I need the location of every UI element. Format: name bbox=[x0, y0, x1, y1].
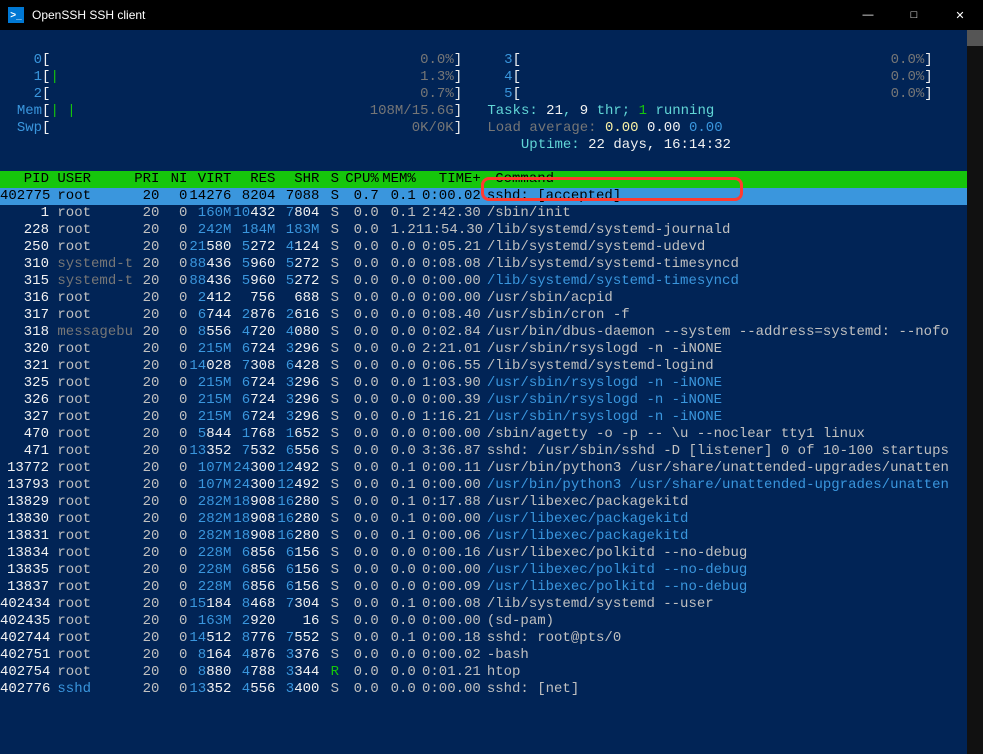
process-row[interactable]: 402744 root2001451287767552 S0.00.10:00.… bbox=[0, 630, 983, 647]
process-row[interactable]: 317 root200674428762616 S0.00.00:08.40/u… bbox=[0, 307, 983, 324]
swp-row: Swp[ 0K/0K] Load average: 0.00 0.00 0.00 bbox=[0, 120, 983, 137]
maximize-button[interactable]: □ bbox=[891, 0, 937, 30]
process-row[interactable]: 228 root200242M184M183M S0.01.211:54.30/… bbox=[0, 222, 983, 239]
process-row[interactable]: 318 messagebu200855647204080 S0.00.00:02… bbox=[0, 324, 983, 341]
process-row[interactable]: 320 root200215M67243296 S0.00.02:21.01/u… bbox=[0, 341, 983, 358]
minimize-button[interactable]: — bbox=[845, 0, 891, 30]
process-row[interactable]: 471 root2001335275326556 S0.00.03:36.87s… bbox=[0, 443, 983, 460]
process-row[interactable]: 402775 root2001427682047088 S0.70.10:00.… bbox=[0, 188, 983, 205]
process-row[interactable]: 315 systemd-t2008843659605272 S0.00.00:0… bbox=[0, 273, 983, 290]
process-row[interactable]: 310 systemd-t2008843659605272 S0.00.00:0… bbox=[0, 256, 983, 273]
process-row[interactable]: 402776 sshd2001335245563400 S0.00.00:00.… bbox=[0, 681, 983, 698]
process-row[interactable]: 325 root200215M67243296 S0.00.01:03.90/u… bbox=[0, 375, 983, 392]
process-row[interactable]: 13835 root200228M68566156 S0.00.00:00.00… bbox=[0, 562, 983, 579]
process-row[interactable]: 402434 root2001518484687304 S0.00.10:00.… bbox=[0, 596, 983, 613]
process-row[interactable]: 13772 root200107M2430012492 S0.00.10:00.… bbox=[0, 460, 983, 477]
cpu-meter-row: 0[ 0.0%] 3[ 0.0%] bbox=[0, 52, 983, 69]
process-row[interactable]: 250 root2002158052724124 S0.00.00:05.21/… bbox=[0, 239, 983, 256]
process-row[interactable]: 13829 root200282M1890816280 S0.00.10:17.… bbox=[0, 494, 983, 511]
process-row[interactable]: 321 root2001402873086428 S0.00.00:06.55/… bbox=[0, 358, 983, 375]
process-row[interactable]: 402754 root200888047883344 R0.00.00:01.2… bbox=[0, 664, 983, 681]
uptime-row: Uptime: 22 days, 16:14:32 bbox=[0, 137, 983, 154]
process-row[interactable]: 402751 root200816448763376 S0.00.00:00.0… bbox=[0, 647, 983, 664]
scrollbar[interactable] bbox=[967, 30, 983, 754]
process-row[interactable]: 13837 root200228M68566156 S0.00.00:00.09… bbox=[0, 579, 983, 596]
process-row[interactable]: 402435 root200163M292016 S0.00.00:00.00(… bbox=[0, 613, 983, 630]
close-button[interactable]: ✕ bbox=[937, 0, 983, 30]
process-row[interactable]: 1 root200160M104327804 S0.00.12:42.30/sb… bbox=[0, 205, 983, 222]
process-row[interactable]: 13834 root200228M68566156 S0.00.00:00.16… bbox=[0, 545, 983, 562]
process-row[interactable]: 13831 root200282M1890816280 S0.00.10:00.… bbox=[0, 528, 983, 545]
cpu-meter-row: 1[| 1.3%] 4[ 0.0%] bbox=[0, 69, 983, 86]
process-row[interactable]: 326 root200215M67243296 S0.00.00:00.39/u… bbox=[0, 392, 983, 409]
titlebar: >_ OpenSSH SSH client — □ ✕ bbox=[0, 0, 983, 30]
window-title: OpenSSH SSH client bbox=[30, 8, 845, 22]
scrollbar-thumb[interactable] bbox=[967, 30, 983, 46]
mem-row: Mem[| | 108M/15.6G] Tasks: 21, 9 thr; 1 … bbox=[0, 103, 983, 120]
process-row[interactable]: 316 root2002412756688 S0.00.00:00.00/usr… bbox=[0, 290, 983, 307]
process-row[interactable]: 327 root200215M67243296 S0.00.01:16.21/u… bbox=[0, 409, 983, 426]
terminal[interactable]: 0[ 0.0%] 3[ 0.0%] 1[| 1.3%] 4[ bbox=[0, 30, 983, 754]
process-row[interactable]: 13830 root200282M1890816280 S0.00.10:00.… bbox=[0, 511, 983, 528]
powershell-icon: >_ bbox=[8, 7, 24, 23]
process-header[interactable]: PID USERPRINIVIRTRESSHR SCPU%MEM%TIME+ C… bbox=[0, 171, 983, 188]
process-row[interactable]: 13793 root200107M2430012492 S0.00.10:00.… bbox=[0, 477, 983, 494]
process-row[interactable]: 470 root200584417681652 S0.00.00:00.00/s… bbox=[0, 426, 983, 443]
cpu-meter-row: 2[ 0.7%] 5[ 0.0%] bbox=[0, 86, 983, 103]
